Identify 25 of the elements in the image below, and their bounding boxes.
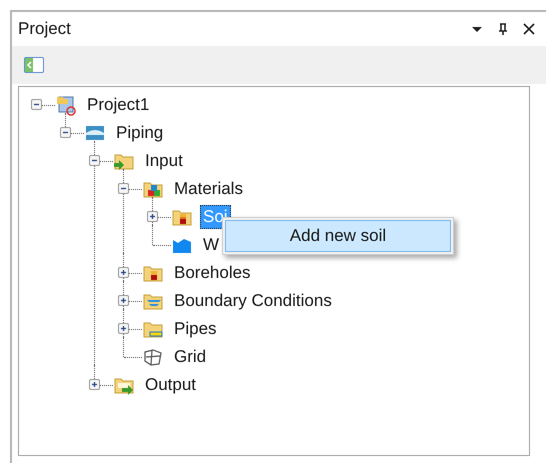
expand-toggle[interactable]: [89, 379, 100, 390]
collapse-panel-icon[interactable]: [24, 57, 44, 73]
menu-item[interactable]: Add new soil: [225, 220, 451, 252]
expand-toggle[interactable]: [60, 127, 71, 138]
expand-toggle[interactable]: [118, 295, 129, 306]
tree-item[interactable]: Pipes: [171, 317, 220, 341]
expand-toggle[interactable]: [118, 267, 129, 278]
close-icon[interactable]: [522, 22, 536, 36]
panel-title: Project: [18, 19, 71, 39]
tree-item[interactable]: Input: [142, 149, 186, 173]
expand-toggle[interactable]: [118, 323, 129, 334]
tree-item[interactable]: Materials: [171, 177, 246, 201]
tree-item[interactable]: Boreholes: [171, 261, 254, 285]
expand-toggle[interactable]: [147, 211, 158, 222]
tree-item[interactable]: Piping: [113, 121, 166, 145]
project-icon: [55, 94, 77, 116]
expand-toggle[interactable]: [89, 155, 100, 166]
tree-item[interactable]: Project1: [84, 93, 152, 117]
pin-icon[interactable]: [496, 22, 510, 36]
tree-item[interactable]: W: [200, 233, 222, 257]
tree-item[interactable]: Output: [142, 373, 200, 397]
expand-toggle[interactable]: [31, 99, 42, 110]
tree-item[interactable]: Grid: [171, 345, 210, 369]
tree-item[interactable]: Boundary Conditions: [171, 289, 335, 313]
expand-toggle[interactable]: [118, 183, 129, 194]
